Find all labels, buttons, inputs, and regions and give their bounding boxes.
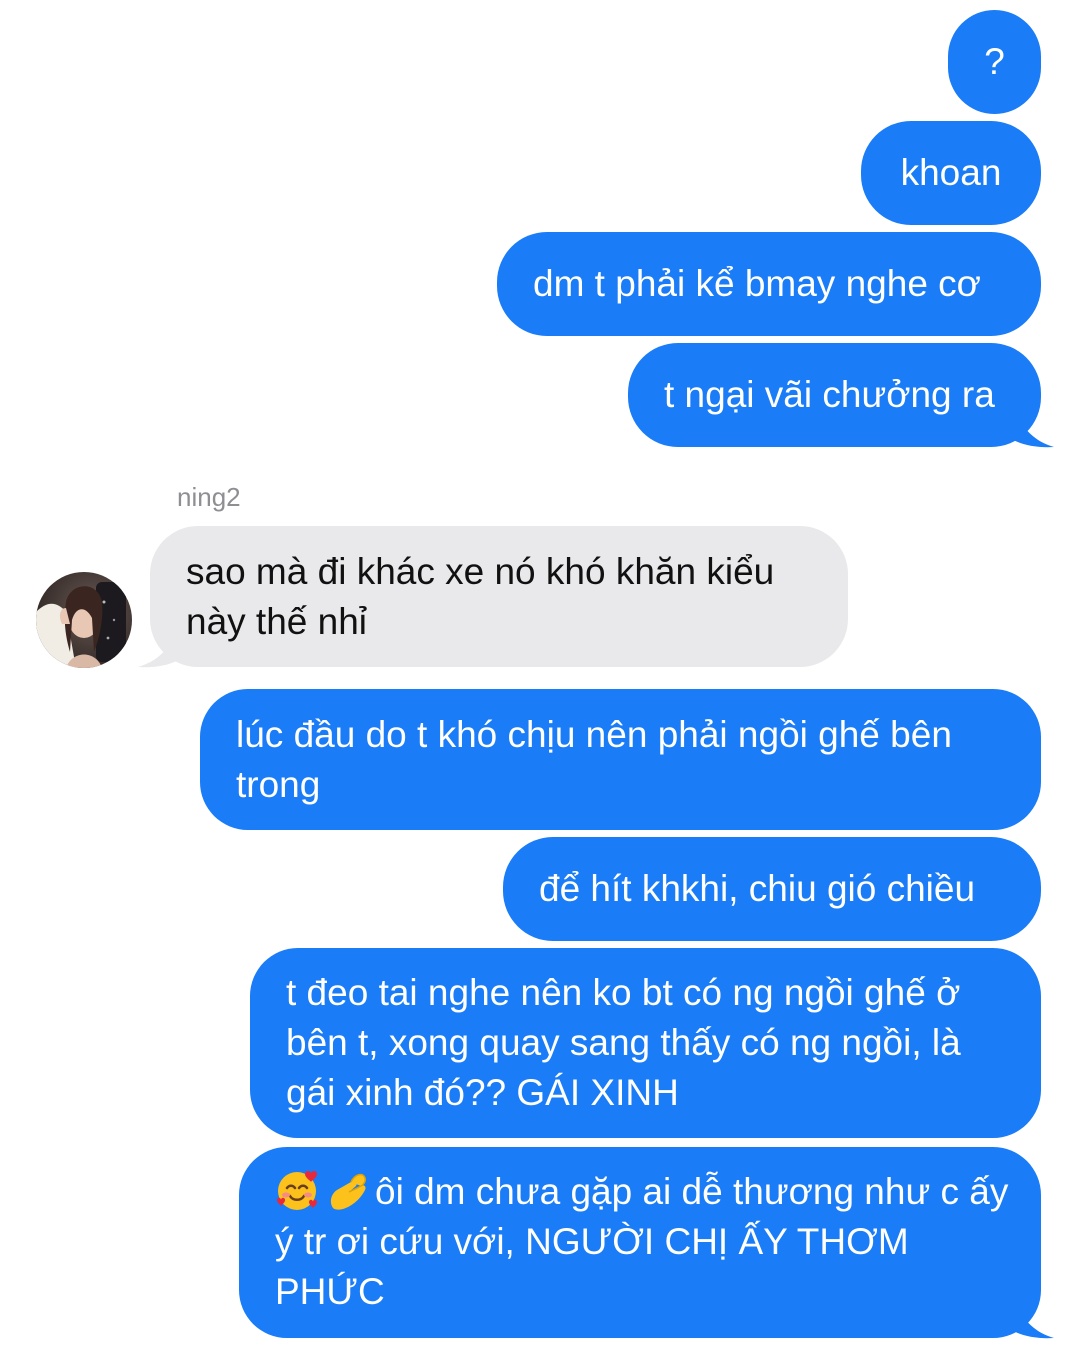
message-text: sao mà đi khác xe nó khó khăn kiểu này t… [186,551,775,642]
message-bubble-outgoing[interactable]: khoan [861,121,1041,225]
message-text: lúc đầu do t khó chịu nên phải ngồi ghế … [236,714,952,805]
message-bubble-outgoing[interactable]: t ngại vãi chưởng ra [628,343,1041,447]
message-text: t đeo tai nghe nên ko bt có ng ngồi ghế … [286,972,961,1113]
message-bubble-outgoing[interactable]: ? [948,10,1041,114]
message-text: để hít khkhi, chiu gió chiều [539,868,976,909]
avatar[interactable] [36,572,132,668]
message-text: khoan [900,152,1002,193]
message-bubble-outgoing[interactable]: để hít khkhi, chiu gió chiều [503,837,1041,941]
avatar-image [36,572,132,668]
sender-name: ning2 [177,482,241,512]
message-text: ôi dm chưa gặp ai dễ thương như c ấy ý t… [275,1171,1009,1312]
message-bubble-outgoing[interactable]: lúc đầu do t khó chịu nên phải ngồi ghế … [200,689,1041,830]
message-bubble-outgoing[interactable]: dm t phải kể bmay nghe cơ [497,232,1041,336]
message-text: ? [984,41,1005,82]
message-bubble-incoming[interactable]: sao mà đi khác xe nó khó khăn kiểu này t… [150,526,848,667]
message-text: dm t phải kể bmay nghe cơ [533,263,981,304]
smiling-face-with-hearts-icon [277,1171,317,1210]
message-bubble-outgoing[interactable]: t đeo tai nghe nên ko bt có ng ngồi ghế … [250,948,1041,1138]
pinching-hand-icon [330,1173,366,1210]
message-text: t ngại vãi chưởng ra [664,374,995,415]
message-bubble-outgoing[interactable]: ôi dm chưa gặp ai dễ thương như c ấy ý t… [239,1147,1041,1338]
